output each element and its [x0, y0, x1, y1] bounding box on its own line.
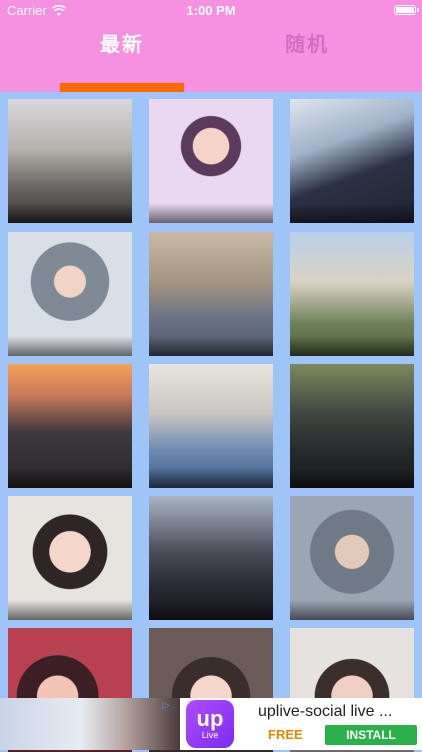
- photo-shade: [149, 600, 273, 620]
- grid-photo-card[interactable]: [149, 232, 273, 356]
- battery-icon: [394, 5, 419, 15]
- grid-photo-card[interactable]: [149, 364, 273, 488]
- ad-price: FREE: [268, 727, 303, 742]
- ad-thumbnail[interactable]: [0, 698, 180, 750]
- photo-shade: [290, 600, 414, 620]
- grid-photo-card[interactable]: [8, 364, 132, 488]
- photo-shade: [8, 468, 132, 488]
- photo-shade: [8, 203, 132, 223]
- photo-shade: [8, 600, 132, 620]
- ad-banner[interactable]: ▷ up Live uplive-social live ... FREE IN…: [0, 698, 422, 750]
- tab-latest[interactable]: 最新: [100, 28, 144, 57]
- ad-install-button[interactable]: INSTALL: [325, 725, 417, 745]
- ad-logo-sub: Live: [201, 730, 219, 740]
- ad-title[interactable]: uplive-social live ...: [258, 703, 392, 721]
- photo-shade: [149, 203, 273, 223]
- photo-shade: [290, 203, 414, 223]
- grid-photo-card[interactable]: [8, 99, 132, 223]
- grid-photo-card[interactable]: [8, 232, 132, 356]
- grid-photo-card[interactable]: [149, 99, 273, 223]
- ad-logo-text: up: [196, 706, 224, 731]
- tab-random[interactable]: 随机: [285, 28, 329, 57]
- photo-shade: [290, 336, 414, 356]
- photo-shade: [149, 468, 273, 488]
- ad-info-icon[interactable]: ▷: [160, 700, 172, 712]
- tab-indicator: [60, 83, 184, 92]
- grid-photo-card[interactable]: [290, 496, 414, 620]
- header-bar: Carrier 1:00 PM 最新 随机: [0, 0, 422, 92]
- grid-photo-card[interactable]: [149, 496, 273, 620]
- grid-photo-card[interactable]: [290, 99, 414, 223]
- ad-app-logo[interactable]: up Live: [186, 700, 234, 748]
- status-bar: Carrier 1:00 PM: [0, 0, 422, 22]
- grid-photo-card[interactable]: [290, 364, 414, 488]
- photo-shade: [8, 336, 132, 356]
- photo-shade: [149, 336, 273, 356]
- status-time: 1:00 PM: [186, 3, 236, 18]
- photo-shade: [290, 468, 414, 488]
- grid-photo-card[interactable]: [8, 496, 132, 620]
- grid-photo-card[interactable]: [290, 232, 414, 356]
